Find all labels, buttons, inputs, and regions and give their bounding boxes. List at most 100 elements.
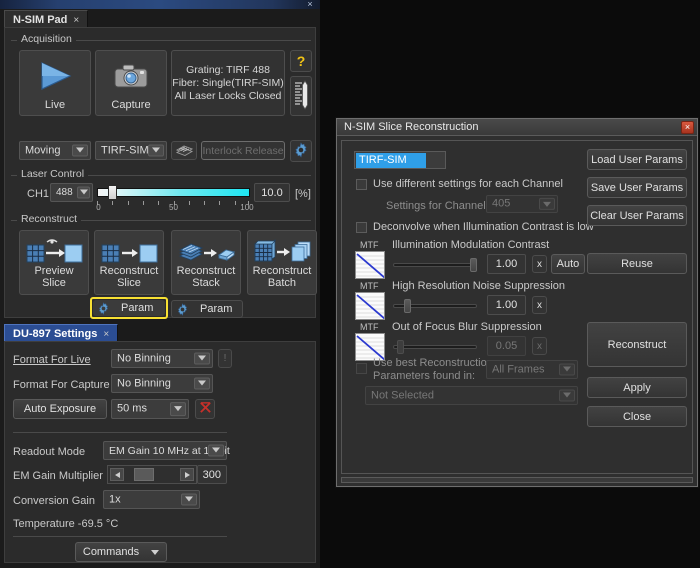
- mode-dropdown[interactable]: TIRF-SIM: [354, 151, 446, 169]
- param-slider-1-handle[interactable]: [470, 258, 477, 272]
- acquisition-settings-button[interactable]: [290, 140, 312, 162]
- exposure-value: 50 ms: [117, 404, 147, 415]
- format-warning-button[interactable]: !: [218, 349, 232, 368]
- dialog-close-icon[interactable]: ×: [681, 121, 694, 134]
- reconstruct-group-label: Reconstruct: [17, 213, 81, 225]
- param-button-2[interactable]: Param: [171, 300, 243, 318]
- param-button-2-label: Param: [200, 303, 232, 315]
- dialog-titlebar[interactable]: N-SIM Slice Reconstruction ×: [337, 119, 697, 136]
- capture-button[interactable]: Capture: [95, 50, 167, 116]
- load-user-params-label: Load User Params: [591, 154, 683, 166]
- capture-mode-dropdown[interactable]: TIRF-SIM: [95, 141, 167, 160]
- chevron-down-icon[interactable]: [77, 186, 90, 199]
- live-button[interactable]: Live: [19, 50, 91, 116]
- chevron-down-icon[interactable]: [194, 377, 210, 390]
- laser-power-value[interactable]: 10.0: [254, 183, 290, 202]
- commands-button[interactable]: Commands: [75, 542, 167, 562]
- chevron-down-icon[interactable]: [170, 402, 186, 416]
- use-different-settings-label: Use different settings for each Channel: [373, 178, 563, 190]
- reconstruct-slice-button[interactable]: Reconstruct Slice: [94, 230, 164, 295]
- tab-n-sim-pad[interactable]: N-SIM Pad×: [4, 10, 88, 28]
- apply-button[interactable]: Apply: [587, 377, 687, 398]
- thermometer-button[interactable]: [290, 76, 312, 116]
- reconstruct-batch-button[interactable]: Reconstruct Batch: [247, 230, 317, 295]
- tab-du897-settings[interactable]: DU-897 Settings×: [4, 324, 118, 342]
- param-x-button-1[interactable]: x: [532, 255, 547, 273]
- laser-power-slider[interactable]: 0 50 100: [97, 185, 250, 211]
- chevron-down-icon[interactable]: [559, 389, 575, 402]
- exposure-dropdown[interactable]: 50 ms: [111, 399, 189, 419]
- laser-slider-knob[interactable]: [108, 185, 117, 200]
- chevron-down-icon[interactable]: [148, 144, 164, 157]
- tab-n-sim-pad-close-icon[interactable]: ×: [73, 15, 79, 26]
- param-value-3[interactable]: 0.05: [487, 336, 526, 356]
- param-slider-3-handle[interactable]: [397, 340, 404, 354]
- reconstruct-button[interactable]: Reconstruct: [587, 322, 687, 367]
- close-button[interactable]: Close: [587, 406, 687, 427]
- settings-for-channel-dropdown[interactable]: 405: [486, 195, 558, 213]
- param-button-1[interactable]: Param: [93, 300, 165, 316]
- acquisition-group-label: Acquisition: [17, 33, 76, 45]
- deconvolve-checkbox[interactable]: [356, 222, 367, 233]
- chevron-down-icon[interactable]: [181, 493, 197, 506]
- selection-dropdown[interactable]: Not Selected: [365, 386, 578, 405]
- readout-mode-dropdown[interactable]: EM Gain 10 MHz at 14-bit: [103, 441, 227, 460]
- tab-du897-close-icon[interactable]: ×: [103, 329, 109, 340]
- format-for-capture-dropdown[interactable]: No Binning: [111, 374, 213, 393]
- preview-slice-button[interactable]: Preview Slice: [19, 230, 89, 295]
- window-close-button[interactable]: ×: [304, 0, 316, 10]
- load-user-params-button[interactable]: Load User Params: [587, 149, 687, 170]
- param-slider-3[interactable]: [393, 340, 477, 354]
- chevron-down-icon[interactable]: [539, 198, 555, 210]
- conversion-gain-dropdown[interactable]: 1x: [103, 490, 200, 509]
- wavelength-dropdown[interactable]: 488: [50, 183, 93, 202]
- nsim-pad-tabstrip: N-SIM Pad×: [4, 10, 316, 28]
- auto-exposure-button[interactable]: Auto Exposure: [13, 399, 107, 419]
- auto-button[interactable]: Auto: [551, 254, 585, 274]
- reconstruct-stack-button[interactable]: Reconstruct Stack: [171, 230, 241, 295]
- use-best-params-label-2: Parameters found in:: [373, 370, 475, 382]
- chevron-down-icon[interactable]: [208, 444, 224, 457]
- reuse-button[interactable]: Reuse: [587, 253, 687, 274]
- format-for-live-dropdown[interactable]: No Binning: [111, 349, 213, 368]
- param-title-2: High Resolution Noise Suppression: [392, 280, 565, 292]
- param-x-button-3[interactable]: x: [532, 337, 547, 355]
- param-slider-3-track[interactable]: [393, 345, 477, 349]
- param-x-button-2[interactable]: x: [532, 296, 547, 314]
- param-slider-2-handle[interactable]: [404, 299, 411, 313]
- n-sim-pad-panel: Acquisition Live: [4, 27, 316, 318]
- use-different-settings-checkbox[interactable]: [356, 179, 367, 190]
- save-user-params-button[interactable]: Save User Params: [587, 177, 687, 198]
- param-value-2[interactable]: 1.00: [487, 295, 526, 315]
- format-for-live-label[interactable]: Format For Live: [13, 354, 91, 366]
- use-best-params-checkbox[interactable]: [356, 363, 367, 374]
- live-mode-dropdown[interactable]: Moving: [19, 141, 91, 160]
- frames-dropdown[interactable]: All Frames: [486, 360, 578, 379]
- chevron-down-icon[interactable]: [72, 144, 88, 157]
- laser-control-group-label: Laser Control: [17, 168, 88, 180]
- em-gain-slider-thumb[interactable]: [134, 468, 154, 481]
- shutter-button[interactable]: [171, 141, 197, 160]
- laser-tick-label-50: 50: [169, 203, 178, 212]
- param-slider-1[interactable]: [393, 258, 477, 272]
- interlock-release-button[interactable]: Interlock Release: [201, 141, 285, 160]
- laser-channel-label: CH1: [27, 188, 49, 200]
- em-gain-spinner[interactable]: [107, 465, 197, 484]
- em-gain-increase-button[interactable]: [180, 468, 194, 481]
- em-gain-value[interactable]: 300: [197, 465, 227, 484]
- laser-slider-track[interactable]: [97, 188, 250, 197]
- exposure-cancel-button[interactable]: [195, 399, 215, 419]
- chevron-down-icon[interactable]: [559, 363, 575, 376]
- help-button[interactable]: ?: [290, 50, 312, 72]
- cube-arrow-stack-icon: [248, 237, 316, 265]
- em-gain-decrease-button[interactable]: [110, 468, 124, 481]
- dialog-resize-grip[interactable]: [341, 477, 693, 483]
- preview-slice-label: Preview Slice: [20, 265, 88, 289]
- param-value-1[interactable]: 1.00: [487, 254, 526, 274]
- chevron-down-icon[interactable]: [194, 352, 210, 365]
- du897-divider-1: [13, 432, 227, 433]
- clear-user-params-button[interactable]: Clear User Params: [587, 205, 687, 226]
- param-slider-2[interactable]: [393, 299, 477, 313]
- grid-eye-arrow-square-icon: [20, 237, 88, 265]
- param-slider-1-track[interactable]: [393, 263, 477, 267]
